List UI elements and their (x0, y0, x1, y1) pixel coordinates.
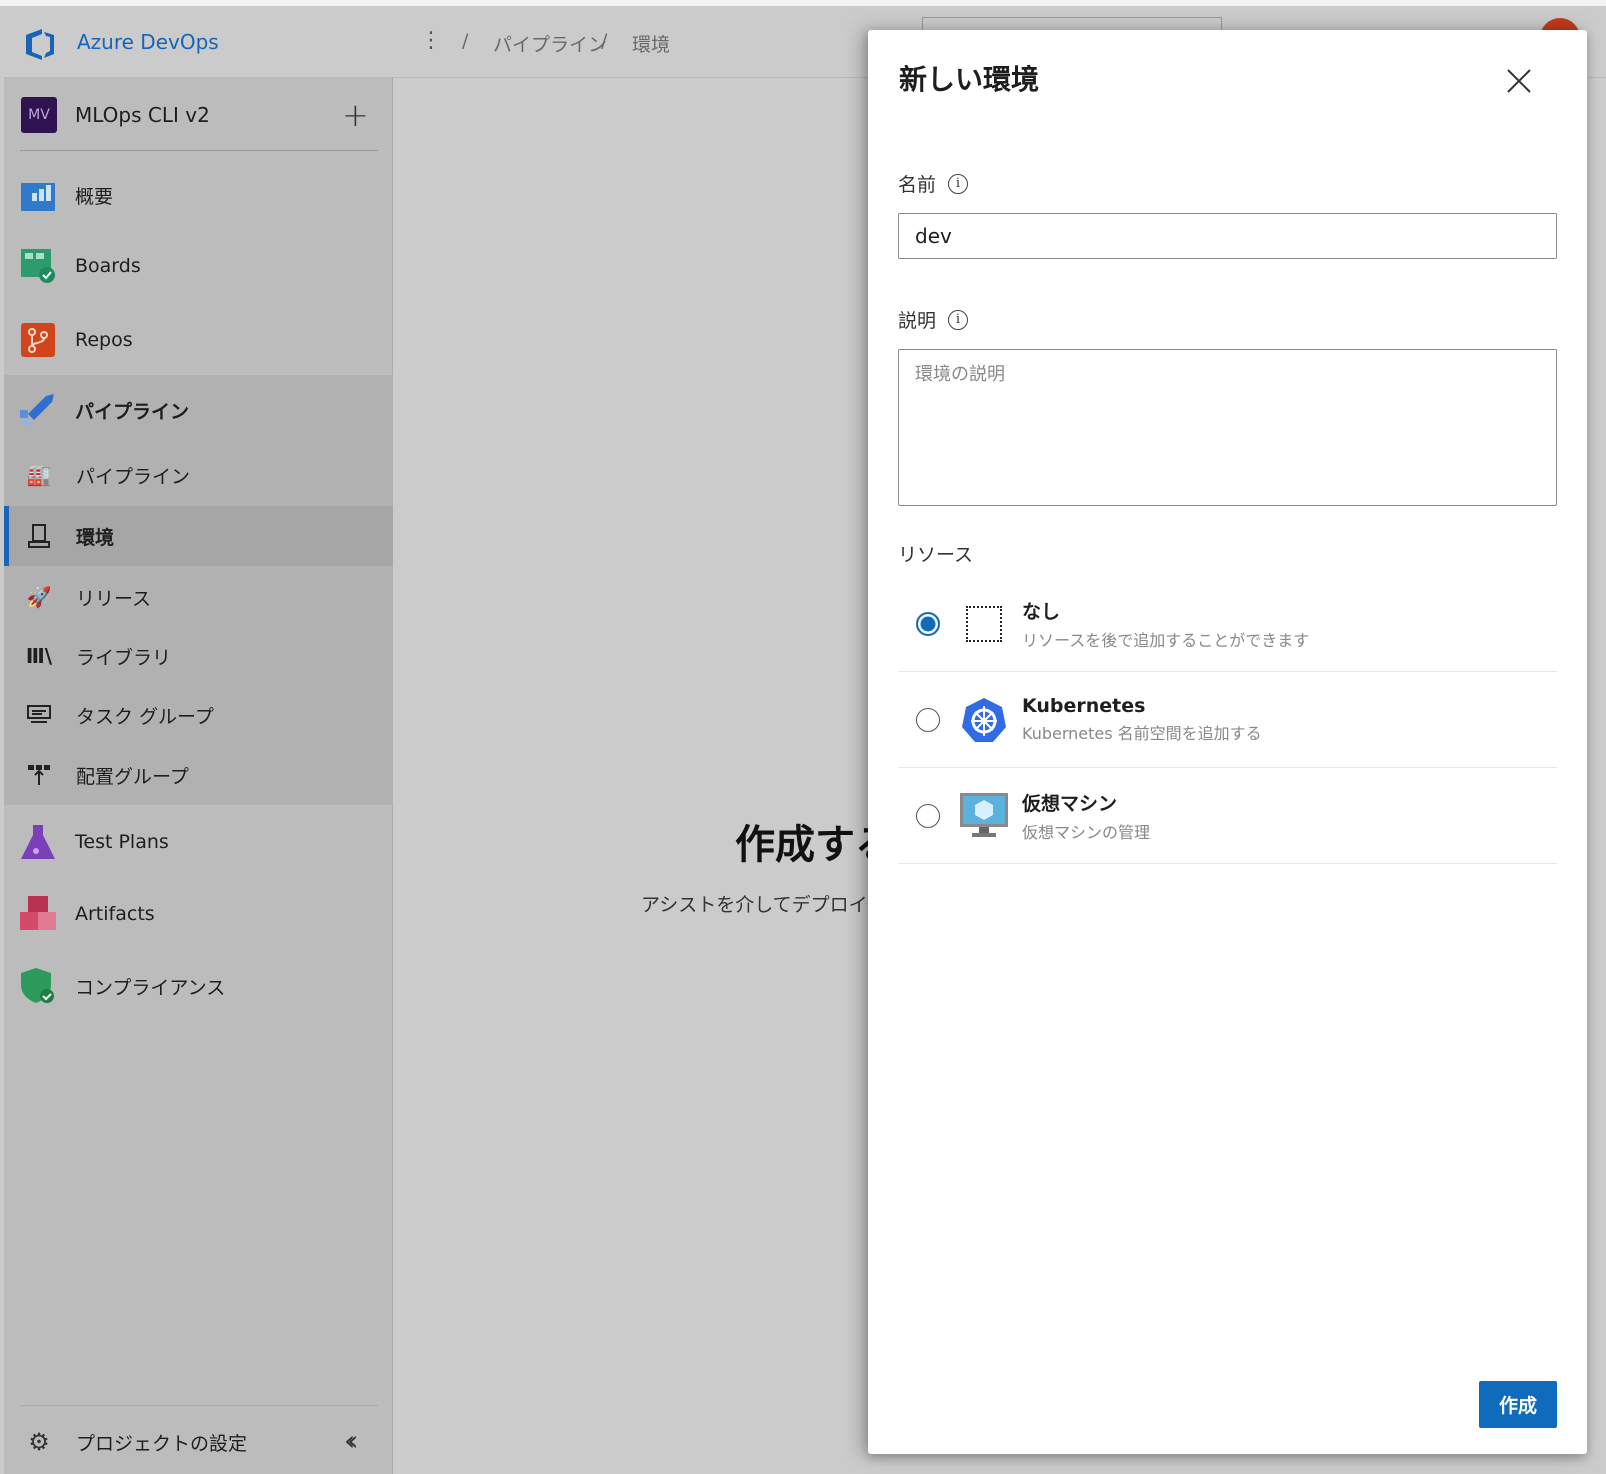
more-icon[interactable]: ⋮ (420, 28, 442, 53)
project-header[interactable]: MV MLOps CLI v2 + (0, 95, 389, 135)
sidebar-item-test-plans[interactable]: Test Plans (0, 822, 389, 862)
sidebar-subitem-library[interactable]: Ⅲ\ ライブラリ (0, 636, 389, 676)
sidebar-item-repos[interactable]: Repos (0, 320, 389, 360)
sidebar-subitem-pipelines[interactable]: 🏭 パイプライン (0, 455, 389, 495)
option-description: 仮想マシンの管理 (1022, 822, 1151, 842)
brand-name[interactable]: Azure DevOps (77, 30, 219, 54)
sidebar-item-label: パイプライン (76, 465, 191, 488)
resource-option-virtual-machine[interactable]: 仮想マシン仮想マシンの管理 (898, 768, 1557, 864)
option-description: リソースを後で追加することができます (1022, 630, 1310, 650)
divider (20, 1405, 378, 1406)
option-title: 仮想マシン (1022, 792, 1118, 815)
sidebar-subitem-deployment-groups[interactable]: 配置グループ (0, 755, 389, 795)
sidebar-item-label: Repos (75, 329, 133, 351)
radio-unselected[interactable] (916, 707, 940, 732)
name-input[interactable] (898, 213, 1557, 259)
rocket-icon: 🚀 (26, 585, 52, 609)
task-group-icon (26, 702, 52, 728)
sidebar-item-pipelines[interactable]: パイプライン (0, 390, 389, 430)
resource-label: リソース (898, 544, 974, 566)
description-label-text: 説明 (898, 310, 937, 332)
sidebar-item-artifacts[interactable]: Artifacts (0, 894, 389, 934)
create-button[interactable]: 作成 (1479, 1381, 1557, 1428)
sidebar-item-label: コンプライアンス (75, 976, 226, 999)
description-label: 説明 i (898, 306, 969, 333)
close-icon[interactable] (1504, 66, 1534, 96)
kubernetes-icon (960, 696, 1008, 744)
breadcrumb-separator: / (601, 30, 608, 52)
breadcrumb-environments[interactable]: 環境 (632, 30, 670, 57)
option-title: Kubernetes (1022, 695, 1146, 717)
add-icon[interactable]: + (342, 96, 369, 134)
option-description: Kubernetes 名前空間を追加する (1022, 724, 1262, 743)
artifacts-icon (20, 896, 56, 932)
deployment-group-icon (26, 762, 52, 788)
azure-devops-logo-icon[interactable] (22, 26, 58, 62)
divider (20, 150, 378, 151)
compliance-icon (20, 968, 56, 1004)
sidebar-item-label: ライブラリ (76, 646, 172, 669)
panel-title: 新しい環境 (899, 63, 1040, 96)
name-label-text: 名前 (898, 174, 937, 196)
gear-icon: ⚙ (28, 1428, 50, 1456)
sidebar-subitem-environments[interactable]: 環境 (0, 516, 389, 556)
sidebar-item-overview[interactable]: 概要 (0, 175, 389, 215)
project-avatar: MV (21, 97, 57, 133)
info-icon[interactable]: i (948, 309, 969, 330)
radio-selected[interactable] (916, 611, 940, 636)
sidebar-item-label: リリース (76, 587, 152, 610)
sidebar-item-label: 概要 (75, 185, 114, 208)
empty-resource-icon (960, 600, 1008, 648)
sidebar-item-label: 環境 (76, 526, 115, 549)
breadcrumb-separator: / (462, 30, 469, 52)
collapse-sidebar-icon[interactable]: ‹‹ (344, 1424, 359, 1457)
breadcrumb-pipelines[interactable]: パイプライン (493, 30, 607, 57)
search-box[interactable] (922, 17, 1222, 31)
sidebar-item-compliance[interactable]: コンプライアンス (0, 966, 389, 1006)
library-icon: Ⅲ\ (25, 644, 53, 668)
sidebar-item-label: パイプライン (75, 400, 190, 423)
sidebar-item-label: プロジェクトの設定 (76, 1432, 248, 1455)
project-settings-link[interactable]: ⚙ プロジェクトの設定 (0, 1422, 389, 1462)
sidebar-item-label: Test Plans (75, 831, 169, 853)
new-environment-panel: 新しい環境 名前i 説明i リソース なしリソースを後で追加することができます … (868, 30, 1587, 1454)
sidebar-subitem-releases[interactable]: 🚀 リリース (0, 577, 389, 617)
sidebar-item-label: 配置グループ (76, 765, 189, 788)
virtual-machine-icon (960, 792, 1008, 840)
sidebar-item-boards[interactable]: Boards (0, 246, 389, 286)
pipeline-factory-icon: 🏭 (26, 463, 52, 487)
option-title: なし (1022, 600, 1061, 623)
radio-unselected[interactable] (916, 803, 940, 828)
overview-icon (20, 177, 56, 213)
info-icon[interactable]: i (948, 173, 969, 194)
resource-option-kubernetes[interactable]: Kubernetes Kubernetes 名前空間を追加する (898, 672, 1557, 768)
project-name: MLOps CLI v2 (75, 103, 210, 127)
sidebar-subitem-task-groups[interactable]: タスク グループ (0, 695, 389, 735)
name-label: 名前 i (898, 170, 969, 197)
sidebar-item-label: タスク グループ (76, 705, 214, 728)
pipelines-icon (20, 392, 56, 428)
resource-option-none[interactable]: なしリソースを後で追加することができます (898, 576, 1557, 672)
boards-icon (20, 248, 56, 284)
description-input[interactable] (898, 349, 1557, 506)
empty-state-subtitle: アシストを介してデプロイを管 (641, 894, 906, 916)
sidebar-item-label: Artifacts (75, 903, 155, 925)
test-plans-icon (20, 824, 56, 860)
sidebar-item-label: Boards (75, 255, 141, 277)
repos-icon (20, 322, 56, 358)
environment-icon (26, 523, 52, 549)
